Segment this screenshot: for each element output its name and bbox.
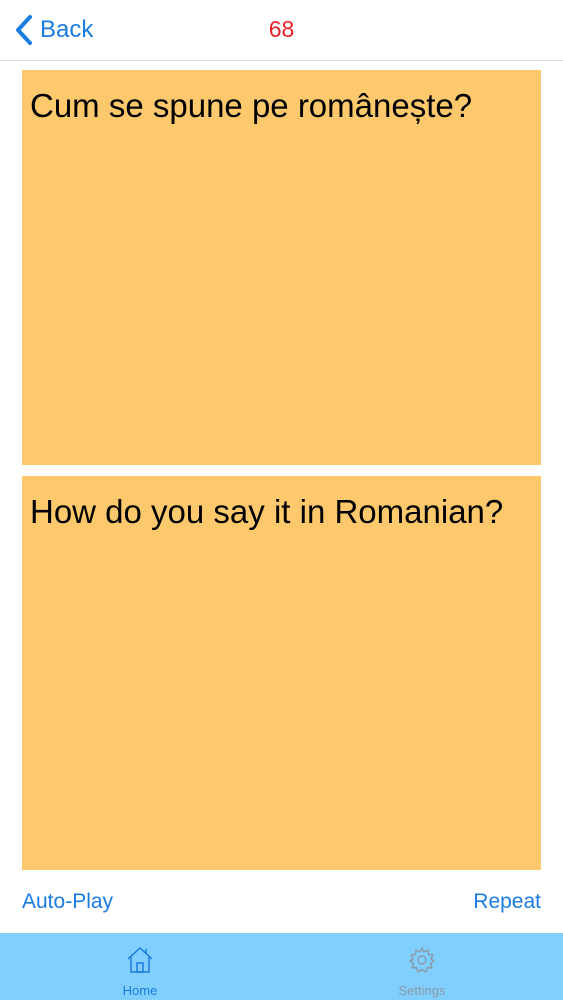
tab-home-label: Home bbox=[122, 983, 158, 998]
tab-bar: Home Settings bbox=[0, 933, 563, 1000]
gear-icon bbox=[409, 947, 435, 973]
item-counter: 68 bbox=[268, 16, 295, 42]
back-button[interactable]: Back bbox=[14, 12, 93, 48]
tab-settings-label: Settings bbox=[398, 983, 446, 998]
tab-settings[interactable]: Settings bbox=[352, 933, 492, 1000]
phrase-card-translation[interactable]: How do you say it in Romanian? bbox=[22, 476, 541, 870]
phrase-source-text: Cum se spune pe românește? bbox=[30, 87, 473, 124]
app-screen: Back 68 Cum se spune pe românește? How d… bbox=[0, 0, 563, 1000]
chevron-left-icon bbox=[16, 15, 32, 45]
repeat-button[interactable]: Repeat bbox=[473, 890, 541, 914]
playback-controls: Auto-Play Repeat bbox=[0, 884, 563, 924]
back-button-label: Back bbox=[40, 16, 94, 43]
navigation-bar: Back 68 bbox=[0, 0, 563, 61]
tab-home[interactable]: Home bbox=[70, 933, 210, 1000]
home-icon bbox=[127, 947, 153, 973]
phrase-translation-text: How do you say it in Romanian? bbox=[30, 493, 504, 530]
phrase-card-source[interactable]: Cum se spune pe românește? bbox=[22, 70, 541, 465]
auto-play-button[interactable]: Auto-Play bbox=[22, 890, 113, 914]
